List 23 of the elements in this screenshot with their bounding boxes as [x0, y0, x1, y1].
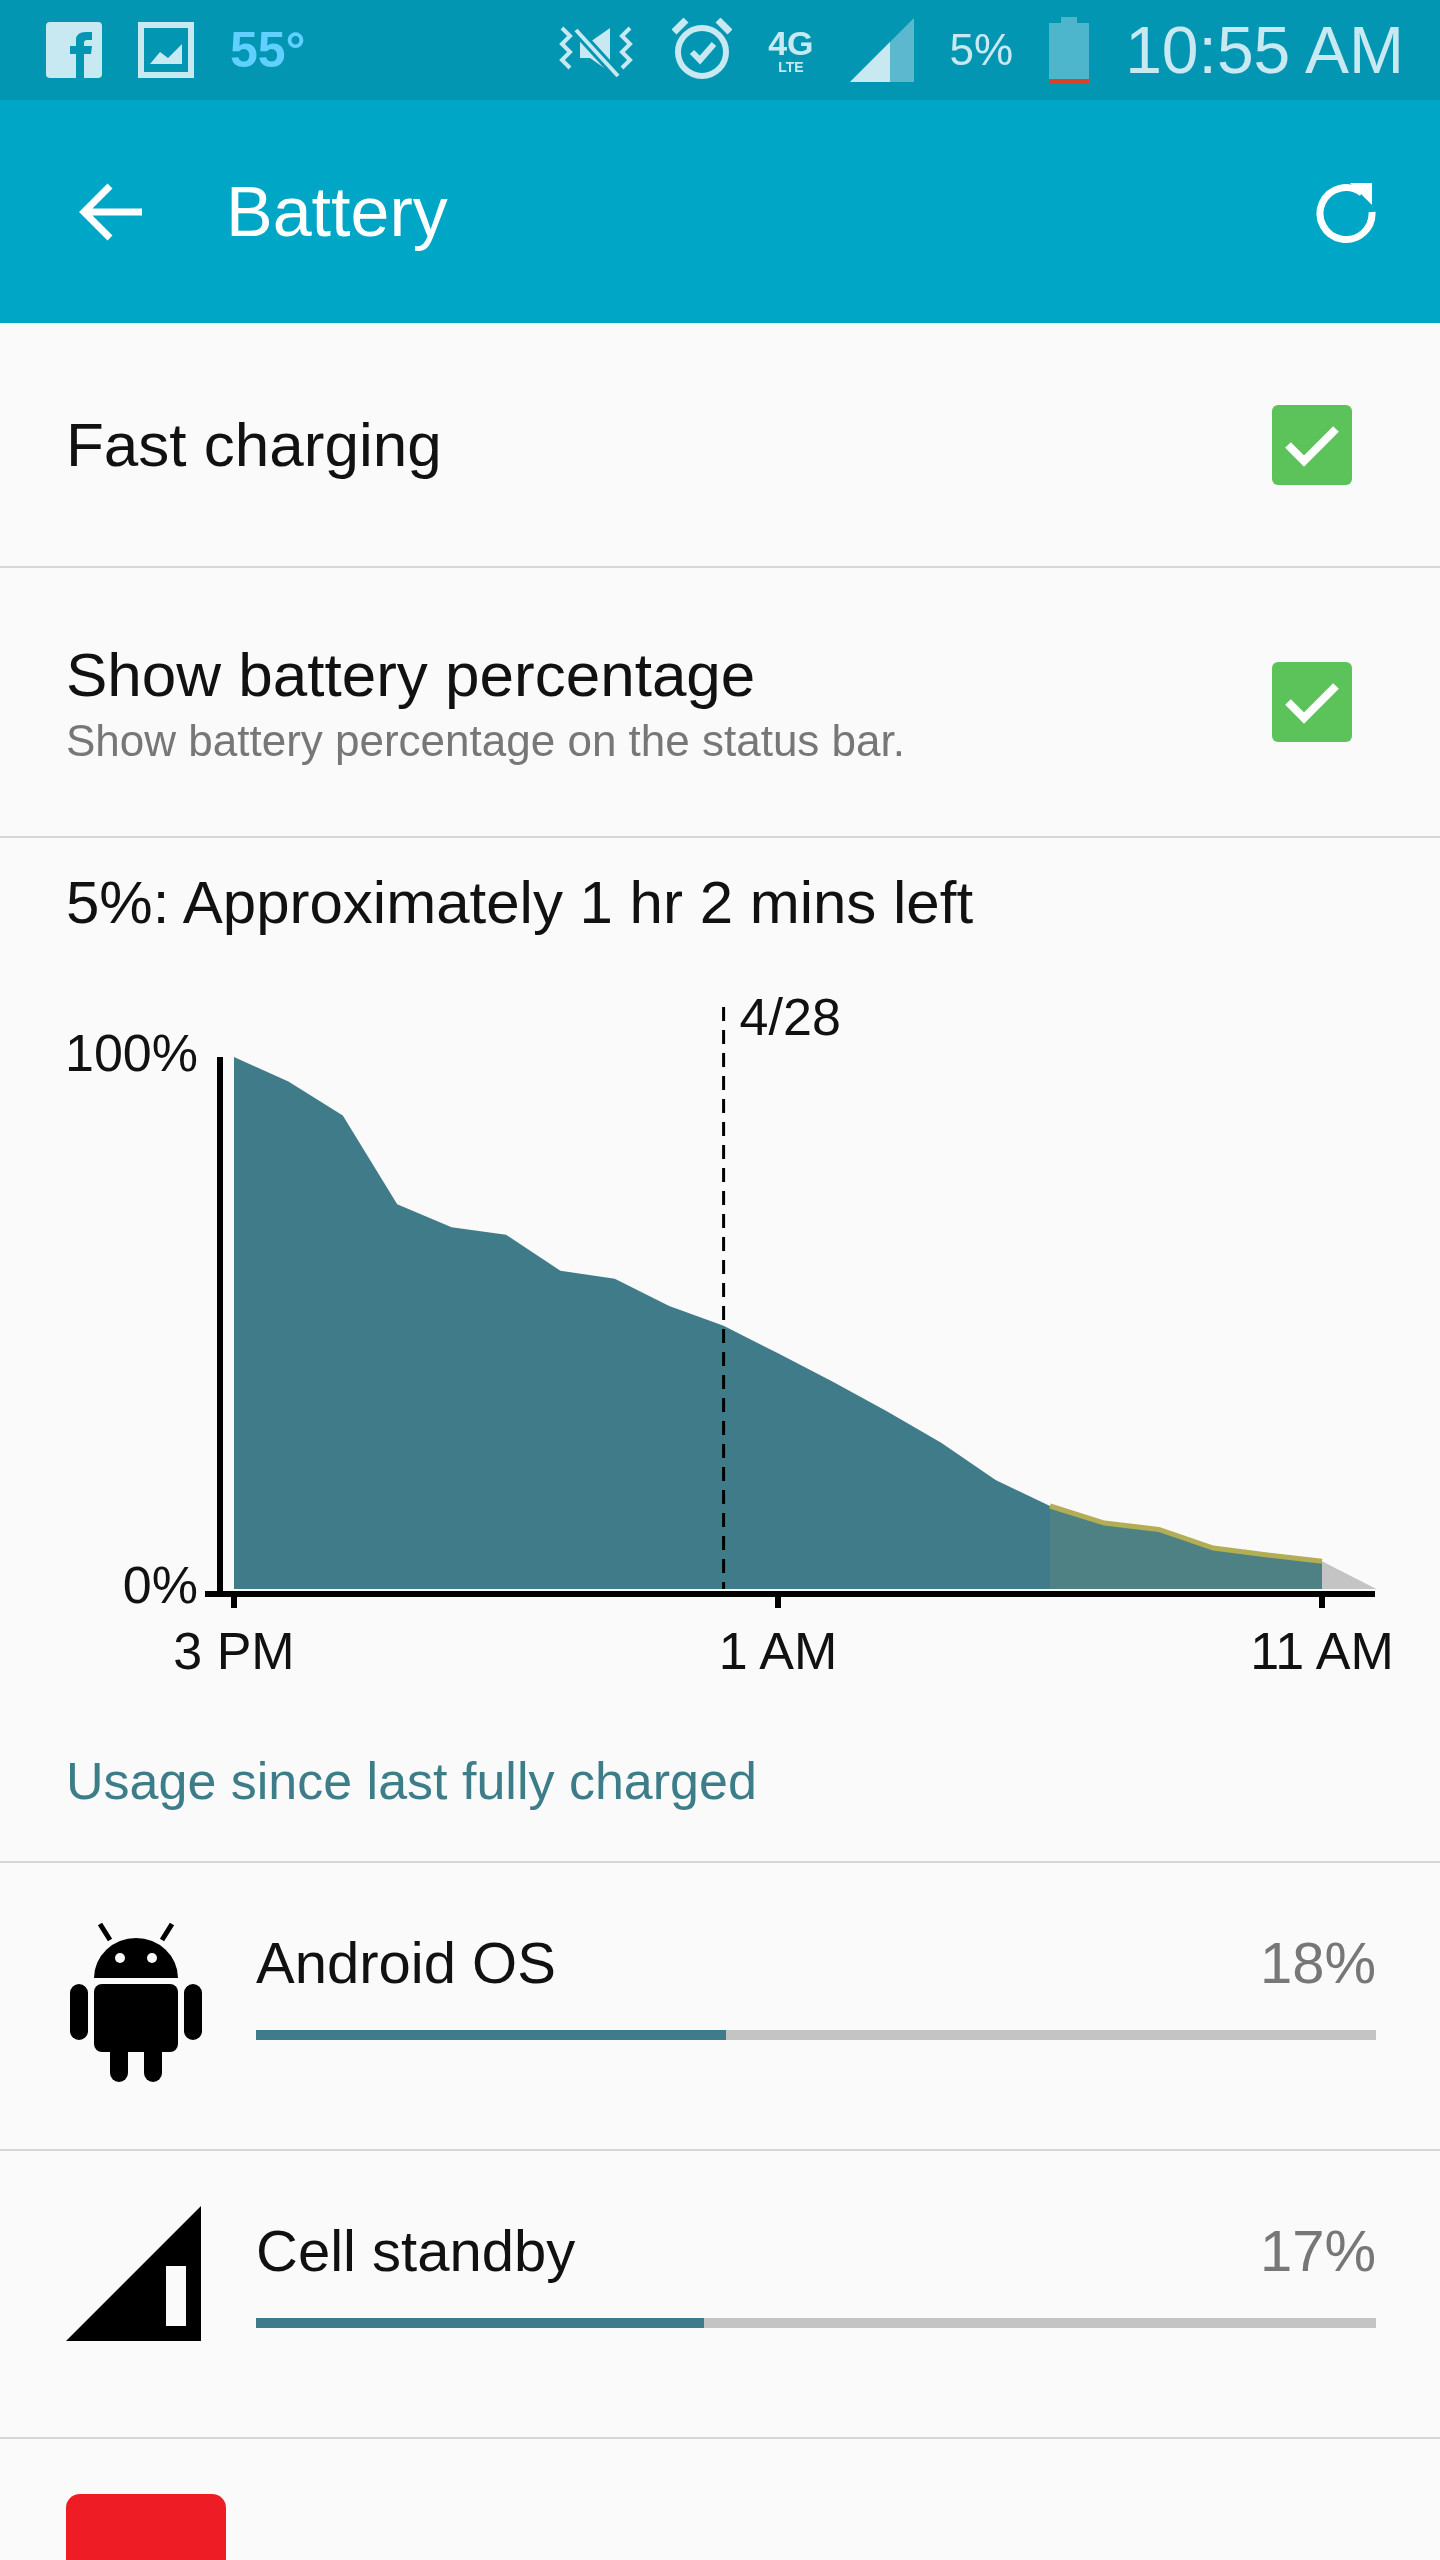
page-title: Battery [226, 171, 449, 252]
setting-label: Show battery percentage [66, 638, 757, 710]
network-type-text: 4G [768, 26, 814, 60]
usage-percent: 18% [1259, 1929, 1376, 1996]
y-tick-label: 0% [122, 1555, 198, 1614]
y-tick-label: 100% [65, 1023, 198, 1082]
setting-summary: Show battery percentage on the status bar. [66, 715, 906, 766]
setting-label: Fast charging [66, 409, 443, 480]
battery-percent-text: 5% [949, 25, 1014, 75]
date-label: 4/28 [739, 988, 841, 1046]
x-tick-label: 11 AM [1250, 1622, 1394, 1680]
temperature-text: 55° [230, 21, 306, 79]
usage-link[interactable]: Usage since last fully charged [0, 1699, 1440, 1861]
x-tick-label: 3 PM [173, 1622, 295, 1680]
clock-text: 10:55 AM [1125, 12, 1404, 88]
app-name: Cell standby [256, 2217, 576, 2284]
usage-row[interactable]: Android OS 18% [0, 1863, 1440, 2151]
network-sub-text: LTE [778, 60, 804, 74]
x-tick-label: 1 AM [718, 1622, 838, 1680]
app-name: Android OS [256, 1929, 556, 1996]
battery-estimate: 5%: Approximately 1 hr 2 mins left [65, 868, 975, 937]
usage-row[interactable]: Cell standby 17% [0, 2151, 1440, 2439]
usage-percent: 17% [1259, 2217, 1376, 2284]
